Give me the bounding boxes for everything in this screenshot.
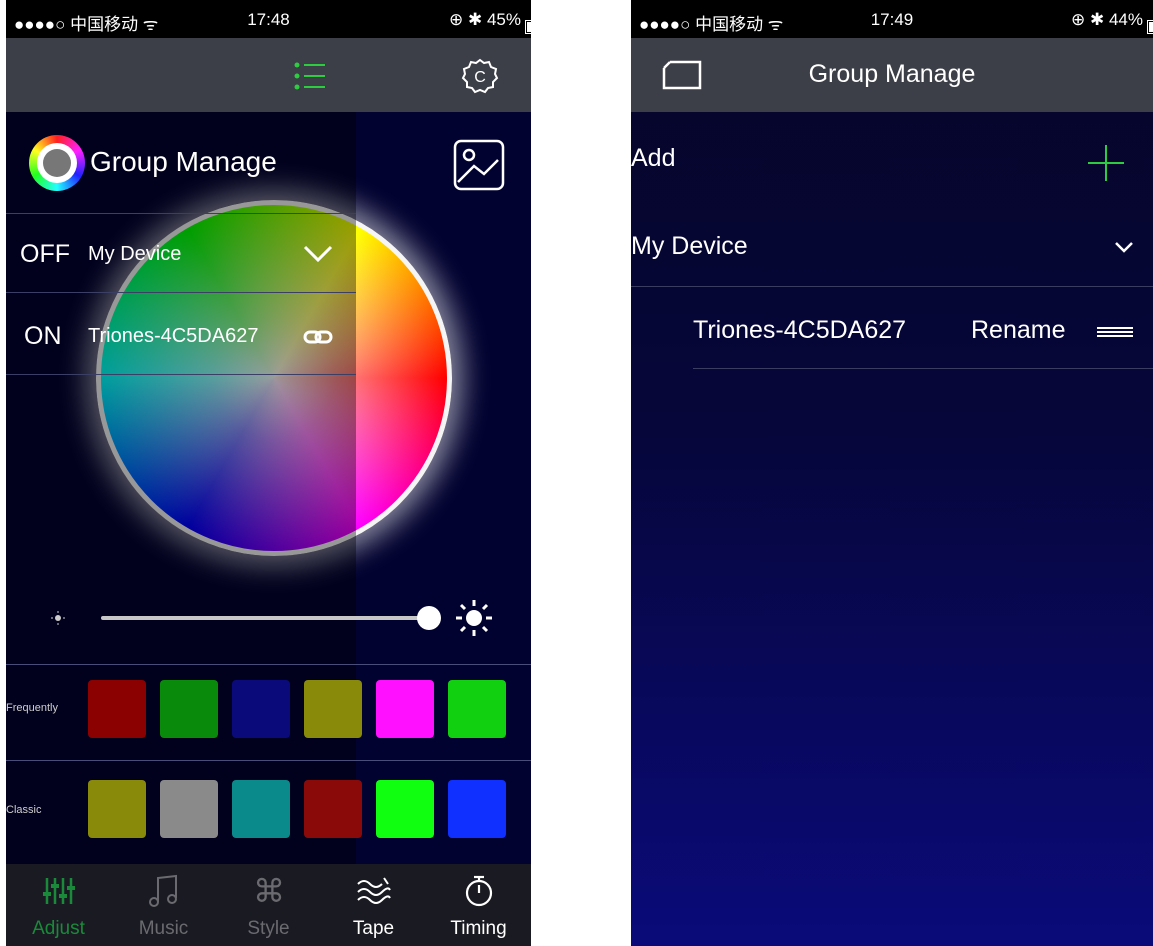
device-name: Triones-4C5DA627	[693, 316, 907, 344]
device-name-triones[interactable]: Triones-4C5DA627	[88, 325, 258, 348]
rename-button[interactable]: Rename	[971, 316, 1066, 345]
status-indicators: ⊕ ✱ 45%	[449, 10, 531, 34]
frequently-color-swatch[interactable]	[304, 680, 362, 738]
device-state-off[interactable]: OFF	[20, 240, 70, 269]
tab-tape[interactable]: Tape	[321, 864, 426, 946]
tab-label: Music	[138, 918, 189, 939]
equalizer-icon	[6, 872, 111, 910]
classic-color-swatch[interactable]	[304, 780, 362, 838]
group-manage-link[interactable]: Group Manage	[90, 146, 277, 178]
image-icon[interactable]	[451, 137, 507, 193]
settings-gear-icon[interactable]: C	[458, 54, 502, 98]
top-toolbar: C	[6, 38, 531, 112]
sun-large-icon	[452, 596, 496, 640]
tab-label: Adjust	[32, 918, 85, 939]
divider	[6, 213, 356, 214]
sun-small-icon	[46, 606, 70, 630]
stopwatch-icon	[426, 872, 531, 910]
group-name[interactable]: My Device	[631, 232, 748, 261]
frequently-color-swatch[interactable]	[448, 680, 506, 738]
brightness-slider[interactable]	[101, 616, 436, 620]
frequently-color-swatch[interactable]	[232, 680, 290, 738]
group-manage-screen: ●●●●○ 中国移动 ᯤ 17:49 ⊕ ✱ 44% Group Manage …	[631, 0, 1153, 946]
classic-color-swatch[interactable]	[88, 780, 146, 838]
command-icon: ⌘	[216, 872, 321, 910]
drag-handle-icon[interactable]	[1095, 320, 1135, 344]
classic-color-swatch[interactable]	[376, 780, 434, 838]
frequently-label: Frequently	[6, 702, 58, 714]
tab-label: Timing	[450, 918, 507, 939]
frequently-color-swatch[interactable]	[376, 680, 434, 738]
svg-text:C: C	[474, 69, 486, 86]
classic-color-swatch[interactable]	[448, 780, 506, 838]
tab-music[interactable]: Music	[111, 864, 216, 946]
divider	[6, 374, 356, 375]
brightness-slider-thumb[interactable]	[417, 606, 442, 630]
battery-icon	[1147, 20, 1153, 34]
status-indicators: ⊕ ✱ 44%	[1071, 10, 1153, 34]
status-bar: ●●●●○ 中国移动 ᯤ 17:48 ⊕ ✱ 45%	[6, 0, 531, 38]
battery-icon	[525, 20, 531, 34]
device-state-on[interactable]: ON	[24, 322, 62, 351]
tab-adjust[interactable]: Adjust	[6, 864, 111, 946]
status-bar: ●●●●○ 中国移动 ᯤ 17:49 ⊕ ✱ 44%	[631, 0, 1153, 38]
color-ring-icon	[26, 132, 88, 194]
divider	[693, 368, 1153, 369]
tab-label: Style	[247, 918, 290, 939]
device-name-my-device[interactable]: My Device	[88, 243, 181, 266]
add-plus-icon[interactable]	[1083, 140, 1129, 186]
dropdown-dim-overlay	[6, 112, 356, 864]
divider	[6, 664, 531, 665]
chevron-down-icon[interactable]	[298, 236, 338, 272]
add-label: Add	[631, 144, 676, 172]
tab-timing[interactable]: Timing	[426, 864, 531, 946]
chevron-down-icon[interactable]	[1107, 234, 1141, 260]
list-icon[interactable]	[290, 56, 330, 96]
link-icon[interactable]	[300, 322, 336, 352]
music-note-icon	[111, 872, 216, 910]
classic-color-swatch[interactable]	[160, 780, 218, 838]
divider	[6, 292, 356, 293]
tab-label: Tape	[352, 918, 395, 939]
nav-bar: Group Manage	[631, 38, 1153, 112]
divider	[6, 760, 531, 761]
frequently-color-swatch[interactable]	[88, 680, 146, 738]
wave-icon	[321, 872, 426, 910]
divider	[631, 286, 1153, 287]
page-title: Group Manage	[808, 60, 976, 88]
tab-style[interactable]: ⌘ Style	[216, 864, 321, 946]
adjust-screen: ●●●●○ 中国移动 ᯤ 17:48 ⊕ ✱ 45% C Group Manag…	[6, 0, 531, 946]
classic-label: Classic	[6, 804, 42, 816]
classic-color-swatch[interactable]	[232, 780, 290, 838]
frequently-color-swatch[interactable]	[160, 680, 218, 738]
svg-text:⌘: ⌘	[253, 874, 285, 908]
